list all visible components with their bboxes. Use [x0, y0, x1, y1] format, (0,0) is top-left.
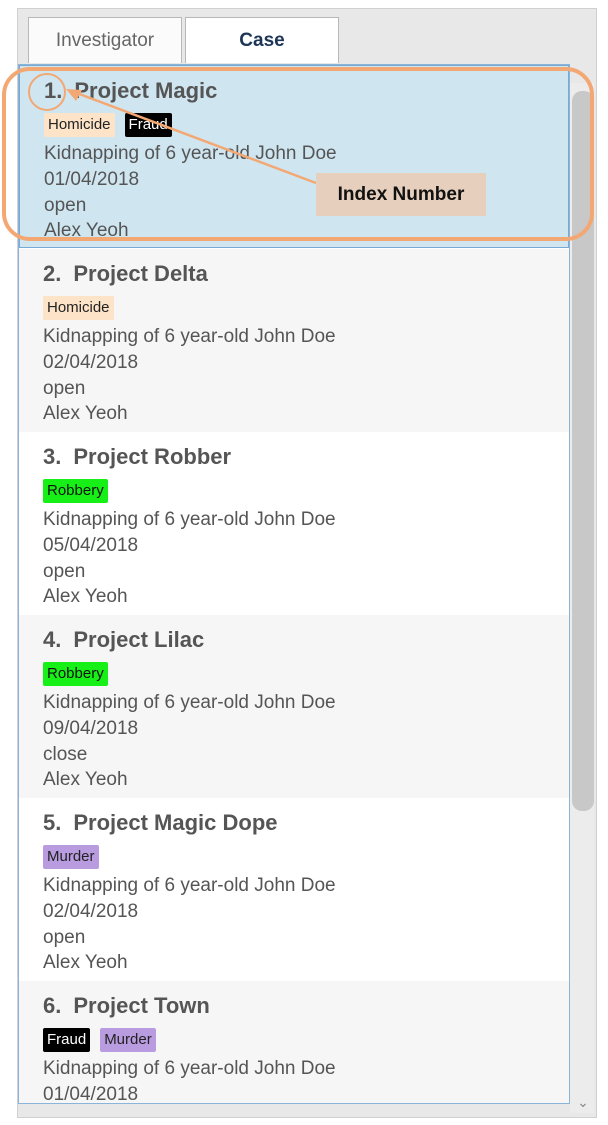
- tag-group: Murder: [43, 845, 99, 869]
- vertical-scrollbar[interactable]: ⌄: [570, 83, 594, 1113]
- case-status: open: [43, 378, 86, 399]
- case-status: open: [43, 561, 86, 582]
- case-name: Project Magic: [74, 78, 218, 103]
- case-investigator: Alex Yeoh: [43, 586, 128, 607]
- case-investigator: Alex Yeoh: [43, 403, 128, 424]
- tab-case[interactable]: Case: [185, 17, 339, 63]
- tag-murder: Murder: [43, 845, 99, 869]
- case-title: 5. Project Magic Dope: [43, 810, 278, 836]
- tag-fraud: Fraud: [43, 1028, 91, 1052]
- case-title: 6. Project Town: [43, 993, 210, 1019]
- case-title: 3. Project Robber: [43, 444, 231, 470]
- tag-homicide: Homicide: [44, 113, 115, 137]
- case-title: 2. Project Delta: [43, 261, 208, 287]
- case-name: Project Lilac: [73, 627, 205, 652]
- tag-robbery: Robbery: [43, 662, 108, 686]
- tab-bar: Investigator Case: [26, 17, 586, 63]
- case-name: Project Town: [73, 993, 210, 1018]
- case-investigator: Alex Yeoh: [43, 769, 128, 790]
- case-card[interactable]: 5. Project Magic Dope Murder Kidnapping of …: [19, 798, 569, 981]
- case-index-number: 5.: [43, 810, 62, 835]
- case-date: 05/04/2018: [43, 535, 139, 556]
- case-card[interactable]: 2. Project Delta Homicide Kidnapping of 6 y…: [19, 249, 569, 432]
- scroll-thumb[interactable]: [572, 91, 594, 811]
- case-date: 01/04/2018: [44, 169, 140, 190]
- case-name: Project Robber: [73, 444, 232, 469]
- case-date: 02/04/2018: [43, 901, 139, 922]
- case-list[interactable]: 1. Project Magic Homicide Fraud Kidnapping o…: [18, 64, 570, 1104]
- tag-homicide: Homicide: [43, 296, 114, 320]
- case-description: Kidnapping of 6 year-old John Doe: [43, 1058, 336, 1079]
- case-card[interactable]: 6. Project Town Fraud Murder Kidnapping of 6…: [19, 981, 569, 1104]
- case-index-number: 2.: [43, 261, 62, 286]
- case-title: 4. Project Lilac: [43, 627, 204, 653]
- case-card[interactable]: 3. Project Robber Robbery Kidnapping of 6 y…: [19, 432, 569, 615]
- case-status: open: [44, 195, 87, 216]
- case-index-number: 3.: [43, 444, 62, 469]
- case-status: close: [43, 744, 88, 765]
- case-description: Kidnapping of 6 year-old John Doe: [43, 692, 336, 713]
- case-date: 02/04/2018: [43, 352, 139, 373]
- case-list-panel: Investigator Case 1. Project Magic Homicid…: [17, 8, 597, 1118]
- tag-group: Robbery: [43, 662, 108, 686]
- case-date: 01/04/2018: [43, 1084, 139, 1104]
- case-description: Kidnapping of 6 year-old John Doe: [43, 326, 336, 347]
- case-investigator: Alex Yeoh: [44, 220, 129, 241]
- case-investigator: Alex Yeoh: [43, 952, 128, 973]
- case-description: Kidnapping of 6 year-old John Doe: [43, 875, 336, 896]
- tag-murder: Murder: [100, 1028, 156, 1052]
- case-date: 09/04/2018: [43, 718, 139, 739]
- case-card[interactable]: 1. Project Magic Homicide Fraud Kidnapping o…: [19, 65, 569, 248]
- case-name: Project Magic Dope: [73, 810, 278, 835]
- tab-investigator[interactable]: Investigator: [28, 17, 182, 63]
- case-card[interactable]: 4. Project Lilac Robbery Kidnapping of 6 ye…: [19, 615, 569, 798]
- tag-group: Robbery: [43, 479, 108, 503]
- case-index-number: 4.: [43, 627, 62, 652]
- tag-robbery: Robbery: [43, 479, 108, 503]
- tag-group: Homicide: [43, 296, 114, 320]
- case-index-number: 6.: [43, 993, 62, 1018]
- tag-fraud: Fraud: [124, 113, 172, 137]
- case-description: Kidnapping of 6 year-old John Doe: [43, 509, 336, 530]
- tag-group: Homicide Fraud: [44, 113, 172, 137]
- case-status: open: [43, 927, 86, 948]
- case-name: Project Delta: [73, 261, 208, 286]
- tag-group: Fraud Murder: [43, 1028, 156, 1052]
- case-index-number: 1.: [44, 78, 63, 103]
- chevron-down-icon[interactable]: ⌄: [574, 1095, 592, 1109]
- index-number-callout: Index Number: [316, 173, 486, 216]
- case-title: 1. Project Magic: [44, 78, 217, 104]
- case-description: Kidnapping of 6 year-old John Doe: [44, 143, 337, 164]
